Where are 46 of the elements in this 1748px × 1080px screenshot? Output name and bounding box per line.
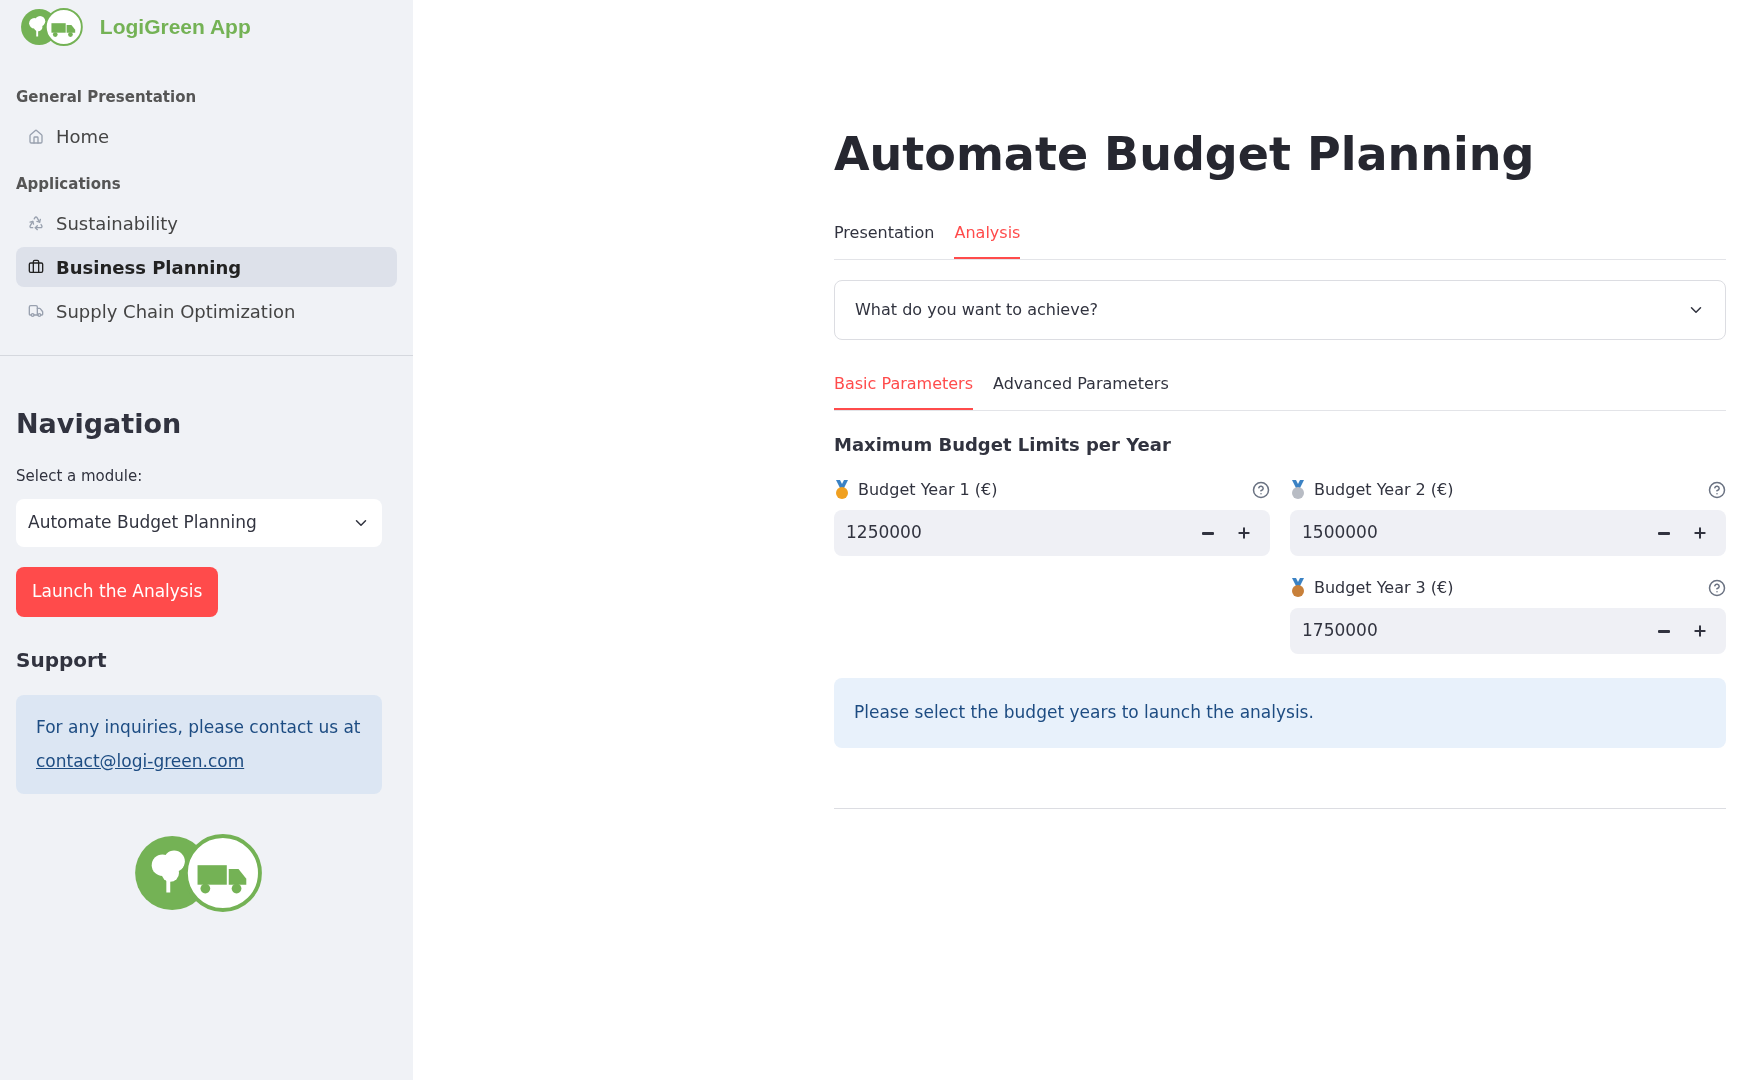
- tree-truck-logo-icon: [20, 8, 84, 46]
- input-value: 1250000: [846, 521, 923, 545]
- nav-item[interactable]: Business Planning: [16, 247, 397, 287]
- nav-section-title: General Presentation: [16, 87, 198, 108]
- nav-item[interactable]: Home: [16, 116, 397, 157]
- field-label: Budget Year 2 (€): [1314, 479, 1454, 501]
- tab[interactable]: Advanced Parameters: [993, 372, 1169, 410]
- home-icon: [28, 128, 44, 145]
- tab[interactable]: Presentation: [834, 221, 935, 259]
- input-value: 1750000: [1302, 619, 1379, 643]
- page-title: Automate Budget Planning: [834, 126, 1536, 183]
- nav-item[interactable]: Supply Chain Optimization: [16, 291, 397, 331]
- navigation-heading: Navigation: [16, 407, 183, 441]
- field-label: Budget Year 3 (€): [1314, 577, 1454, 599]
- minus-icon: [1658, 531, 1670, 535]
- plus-icon: [1692, 623, 1708, 639]
- app-name: LogiGreen App: [99, 14, 251, 41]
- support-heading: Support: [16, 647, 108, 674]
- expander[interactable]: What do you want to achieve?: [834, 280, 1726, 340]
- help-icon[interactable]: [1708, 481, 1726, 499]
- support-text: For any inquiries, please contact us at: [36, 716, 362, 739]
- module-select[interactable]: Automate Budget Planning: [16, 499, 382, 547]
- plus-icon: [1236, 525, 1252, 541]
- medal-icon: [1290, 578, 1306, 598]
- minus-icon: [1202, 531, 1214, 535]
- nav-section-title: Applications: [16, 173, 122, 195]
- number-input[interactable]: 1500000: [1290, 510, 1726, 556]
- number-input[interactable]: 1750000: [1290, 608, 1726, 654]
- plus-icon: [1692, 525, 1708, 541]
- help-icon[interactable]: [1708, 579, 1726, 597]
- select-label: Select a module:: [16, 465, 144, 487]
- medal-icon: [1290, 480, 1306, 500]
- email-link[interactable]: contact@logi-green.com: [36, 748, 362, 774]
- truck-icon: [28, 303, 44, 319]
- help-icon[interactable]: [1252, 481, 1270, 499]
- recycle-icon: [28, 215, 44, 231]
- nav-item[interactable]: Sustainability: [16, 203, 397, 243]
- input-value: 1500000: [1302, 521, 1379, 545]
- number-input[interactable]: 1250000: [834, 510, 1270, 556]
- info-box: Please select the budget years to launch the analysis.: [834, 678, 1726, 748]
- field-label: Budget Year 1 (€): [858, 479, 998, 501]
- briefcase-icon: [28, 259, 44, 275]
- tree-truck-logo-icon: [133, 834, 265, 912]
- medal-icon: [834, 480, 850, 500]
- minus-icon: [1658, 629, 1670, 633]
- section-heading: Maximum Budget Limits per Year: [834, 433, 1172, 457]
